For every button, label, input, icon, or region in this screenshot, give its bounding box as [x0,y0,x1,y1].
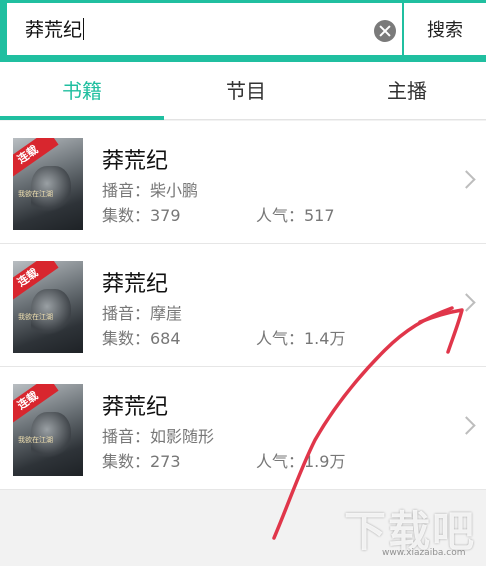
book-cover: 连载 我欲在江湖 [13,138,83,230]
book-list-item[interactable]: 连载 我欲在江湖 莽荒纪 播音：如影随形 集数：273 人气：1.9万 [0,367,486,490]
book-list-item[interactable]: 连载 我欲在江湖 莽荒纪 播音：柴小鹏 集数：379 人气：517 [0,121,486,244]
book-list: 连载 我欲在江湖 莽荒纪 播音：柴小鹏 集数：379 人气：517 连载 我欲在… [0,121,486,490]
clear-icon[interactable] [374,20,396,42]
search-bar: 莽荒纪 搜索 [0,0,486,62]
book-episodes: 集数：273 [102,452,181,471]
book-episodes: 集数：684 [102,329,181,348]
cover-title: 我欲在江湖 [18,436,53,444]
watermark-logo: 下载吧 www.xiazaiba.com [344,498,476,559]
cover-title: 我欲在江湖 [18,313,53,321]
book-popularity: 人气：517 [256,206,335,225]
book-title: 莽荒纪 [102,272,169,297]
book-title: 莽荒纪 [102,395,169,420]
tab-hosts[interactable]: 主播 [328,62,486,120]
book-cover: 连载 我欲在江湖 [13,384,83,476]
search-input-text: 莽荒纪 [25,18,85,41]
search-input[interactable]: 莽荒纪 [7,3,402,55]
search-button[interactable]: 搜索 [404,3,486,55]
book-episodes: 集数：379 [102,206,181,225]
category-tabs: 书籍 节目 主播 [0,62,486,120]
text-caret [83,18,85,40]
tab-programs[interactable]: 节目 [164,62,328,120]
active-tab-indicator [0,116,164,120]
book-cover: 连载 我欲在江湖 [13,261,83,353]
book-list-item[interactable]: 连载 我欲在江湖 莽荒纪 播音：摩崖 集数：684 人气：1.4万 [0,244,486,367]
cover-title: 我欲在江湖 [18,190,53,198]
book-narrator: 播音：如影随形 [102,427,215,446]
chevron-right-icon [457,293,476,312]
watermark-url: www.xiazaiba.com [382,548,466,558]
book-narrator: 播音：柴小鹏 [102,181,199,200]
watermark-text: 下载吧 [344,507,477,556]
book-popularity: 人气：1.9万 [256,452,346,471]
tab-books[interactable]: 书籍 [0,62,164,120]
chevron-right-icon [457,170,476,189]
book-title: 莽荒纪 [102,149,169,174]
book-popularity: 人气：1.4万 [256,329,346,348]
book-narrator: 播音：摩崖 [102,304,183,323]
chevron-right-icon [457,416,476,435]
